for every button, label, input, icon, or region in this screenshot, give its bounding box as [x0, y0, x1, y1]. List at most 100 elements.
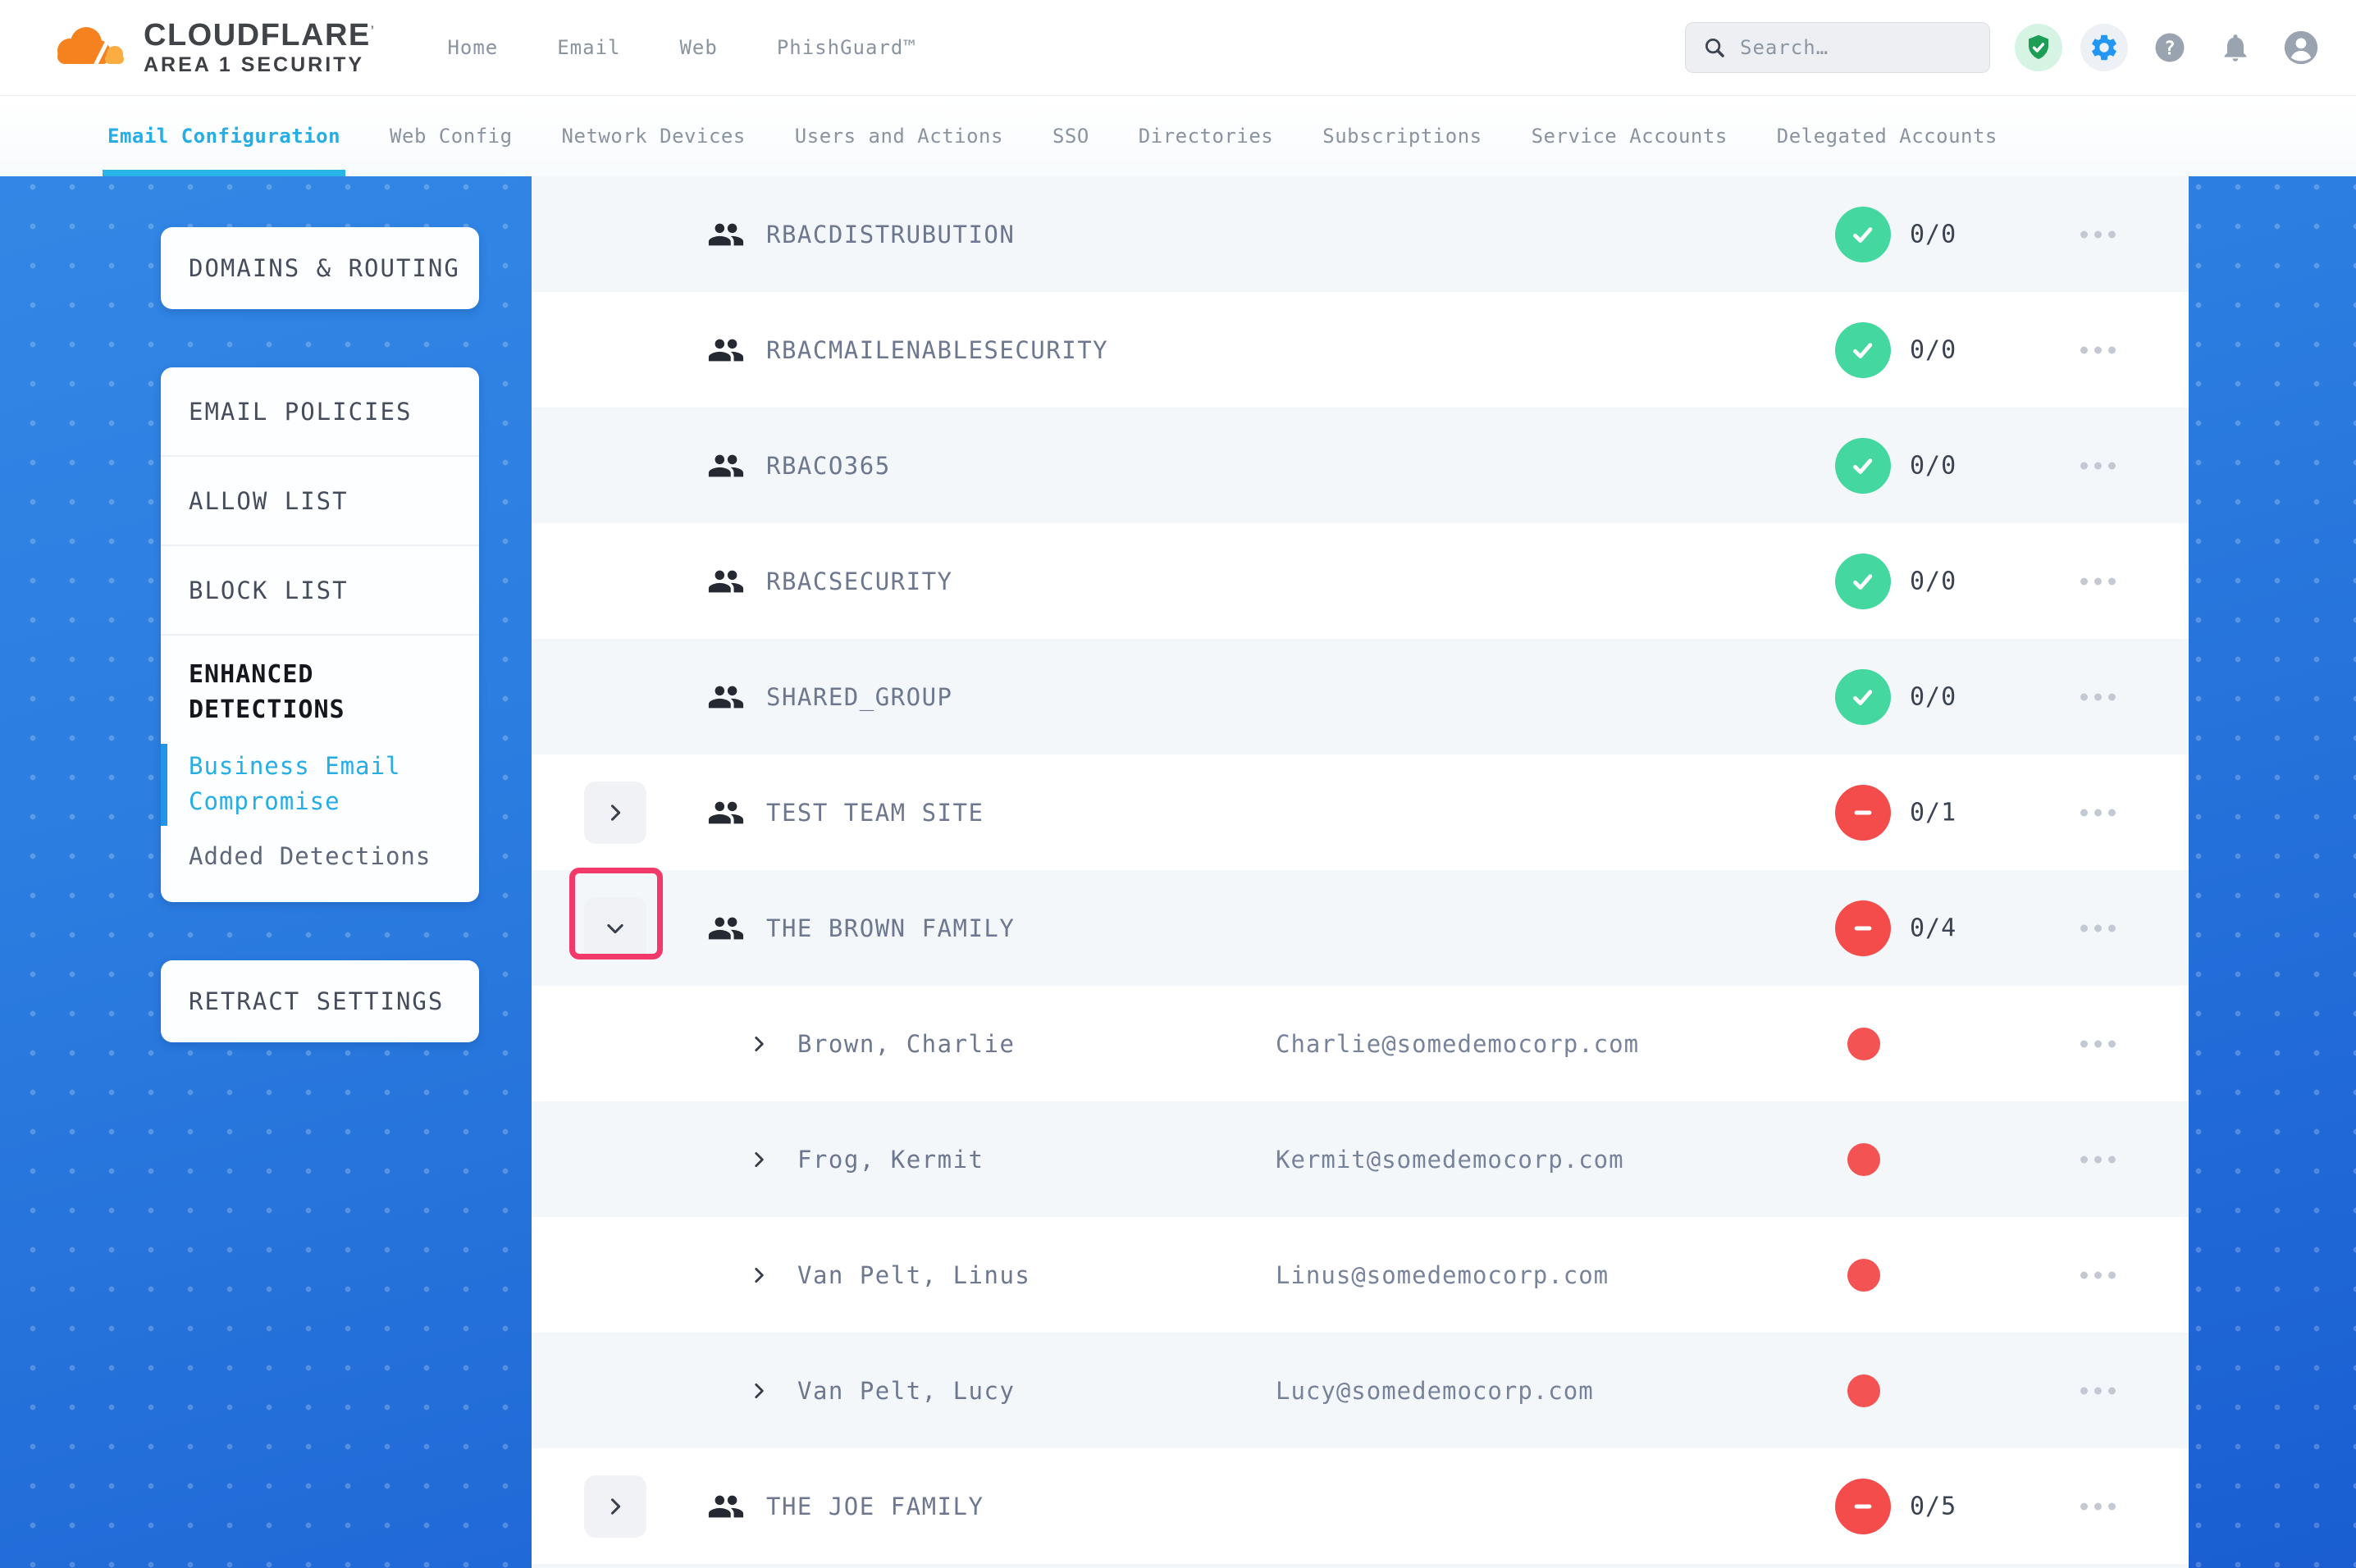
- sidebar-item-added-detections[interactable]: Added Detections: [161, 819, 479, 902]
- tab-web-config[interactable]: Web Config: [390, 96, 513, 176]
- row-menu-button[interactable]: [2077, 1147, 2119, 1171]
- group-icon: [707, 794, 745, 832]
- tab-users-and-actions[interactable]: Users and Actions: [795, 96, 1003, 176]
- top-nav-email[interactable]: Email: [557, 36, 620, 59]
- sidebar-item-block-list[interactable]: BLOCK LIST: [161, 546, 479, 634]
- group-count: 0/0: [1910, 451, 1956, 480]
- tab-subscriptions[interactable]: Subscriptions: [1322, 96, 1482, 176]
- settings-gear-icon[interactable]: [2080, 24, 2128, 71]
- group-icon: [707, 331, 745, 369]
- group-row-the-joe-family: THE JOE FAMILY 0/5: [532, 1448, 2189, 1564]
- group-row-rbacmailenablesecurity: RBACMAILENABLESECURITY 0/0: [532, 292, 2189, 408]
- tab-service-accounts[interactable]: Service Accounts: [1532, 96, 1728, 176]
- cloudflare-cloud-icon: [45, 21, 130, 74]
- member-expand-icon[interactable]: [748, 1380, 769, 1402]
- page: CLOUDFLARE’ AREA 1 SECURITY Home Email Web…: [0, 0, 2356, 1568]
- group-icon: [707, 447, 745, 485]
- row-menu-button[interactable]: [2077, 916, 2119, 940]
- status-ok-icon: [1835, 438, 1891, 494]
- sidebar-card-retract-settings: RETRACT SETTINGS: [161, 960, 479, 1042]
- row-menu-button[interactable]: [2077, 1494, 2119, 1518]
- shield-check-icon[interactable]: [2015, 24, 2062, 71]
- cloudflare-logo: CLOUDFLARE’ AREA 1 SECURITY: [45, 20, 375, 75]
- sidebar-item-email-policies[interactable]: EMAIL POLICIES: [161, 367, 479, 455]
- row-menu-button[interactable]: [2077, 1263, 2119, 1287]
- tab-delegated-accounts[interactable]: Delegated Accounts: [1777, 96, 1998, 176]
- status-blocked-icon: [1835, 1479, 1891, 1534]
- group-icon: [707, 909, 745, 947]
- status-blocked-icon: [1835, 785, 1891, 841]
- group-icon: [707, 1488, 745, 1525]
- group-name: RBACO365: [766, 452, 891, 480]
- group-row-rbacdistrubution: RBACDISTRUBUTION 0/0: [532, 176, 2189, 292]
- group-row-rbacsecurity: RBACSECURITY 0/0: [532, 523, 2189, 639]
- group-row-rbaco365: RBACO365 0/0: [532, 408, 2189, 523]
- group-name: SHARED_GROUP: [766, 683, 953, 711]
- row-menu-button[interactable]: [2077, 222, 2119, 246]
- group-name: RBACSECURITY: [766, 567, 953, 595]
- app-header: CLOUDFLARE’ AREA 1 SECURITY Home Email Web…: [0, 0, 2356, 96]
- top-nav-web[interactable]: Web: [679, 36, 717, 59]
- top-nav-home[interactable]: Home: [447, 36, 498, 59]
- member-name: Frog, Kermit: [797, 1146, 984, 1174]
- group-count: 0/5: [1910, 1492, 1956, 1520]
- group-count: 0/0: [1910, 335, 1956, 364]
- member-row-frog-kermit: Frog, Kermit Kermit@somedemocorp.com: [532, 1101, 2189, 1217]
- tab-network-devices[interactable]: Network Devices: [562, 96, 746, 176]
- status-alert-dot: [1847, 1374, 1880, 1407]
- group-name: RBACDISTRUBUTION: [766, 221, 1015, 248]
- status-alert-dot: [1847, 1028, 1880, 1060]
- sidebar-item-allow-list[interactable]: ALLOW LIST: [161, 457, 479, 545]
- search-input[interactable]: [1738, 35, 1973, 60]
- group-row-the-brown-family: THE BROWN FAMILY0/4: [532, 870, 2189, 986]
- row-menu-button[interactable]: [2077, 454, 2119, 477]
- header-icons: ?: [2015, 24, 2325, 71]
- row-menu-button[interactable]: [2077, 338, 2119, 362]
- sidebar-card-domains-routing: DOMAINS & ROUTING: [161, 227, 479, 309]
- sidebar-card-email-policies: EMAIL POLICIESALLOW LISTBLOCK LISTENHANC…: [161, 367, 479, 902]
- expand-button-the-joe-family[interactable]: [584, 1475, 646, 1538]
- member-email: Kermit@somedemocorp.com: [1276, 1146, 1624, 1174]
- brand-subtitle: AREA 1 SECURITY: [144, 55, 375, 76]
- member-email: Linus@somedemocorp.com: [1276, 1261, 1609, 1289]
- row-menu-button[interactable]: [2077, 685, 2119, 709]
- collapse-button-the-brown-family[interactable]: [584, 897, 646, 959]
- member-expand-icon[interactable]: [748, 1265, 769, 1286]
- search-icon: [1702, 35, 1727, 60]
- group-name: RBACMAILENABLESECURITY: [766, 336, 1108, 364]
- member-expand-icon[interactable]: [748, 1149, 769, 1170]
- group-count: 0/4: [1910, 914, 1956, 942]
- group-name: THE JOE FAMILY: [766, 1493, 984, 1520]
- sidebar-item-business-email-compromise[interactable]: Business Email Compromise: [161, 727, 479, 819]
- brand-title: CLOUDFLARE’: [144, 20, 375, 52]
- row-menu-button[interactable]: [2077, 800, 2119, 824]
- svg-text:?: ?: [2164, 38, 2176, 59]
- tab-sso[interactable]: SSO: [1052, 96, 1089, 176]
- help-icon[interactable]: ?: [2146, 24, 2194, 71]
- member-name: Brown, Charlie: [797, 1030, 1015, 1058]
- group-count: 0/0: [1910, 220, 1956, 248]
- groups-table: RBACDISTRUBUTION0/0RBACMAILENABLESECURIT…: [532, 176, 2189, 1568]
- group-name: TEST TEAM SITE: [766, 799, 984, 827]
- expand-button-test-team-site[interactable]: [584, 782, 646, 844]
- row-menu-button[interactable]: [2077, 1379, 2119, 1402]
- logo-text: CLOUDFLARE’ AREA 1 SECURITY: [144, 20, 375, 75]
- row-menu-button[interactable]: [2077, 1032, 2119, 1055]
- notifications-bell-icon[interactable]: [2212, 24, 2259, 71]
- status-ok-icon: [1835, 207, 1891, 262]
- member-expand-icon[interactable]: [748, 1033, 769, 1055]
- tab-directories[interactable]: Directories: [1139, 96, 1273, 176]
- member-name: Van Pelt, Lucy: [797, 1377, 1015, 1405]
- status-alert-dot: [1847, 1143, 1880, 1176]
- user-avatar-icon[interactable]: [2277, 24, 2325, 71]
- top-nav-phishguard[interactable]: PhishGuard™: [777, 36, 916, 59]
- group-icon: [707, 563, 745, 600]
- tab-email-configuration[interactable]: Email Configuration: [107, 96, 340, 176]
- group-count: 0/1: [1910, 798, 1956, 827]
- sidebar-item-domains-routing[interactable]: DOMAINS & ROUTING: [161, 227, 479, 309]
- search-box[interactable]: [1685, 22, 1990, 73]
- row-menu-button[interactable]: [2077, 569, 2119, 593]
- member-email: Charlie@somedemocorp.com: [1276, 1030, 1639, 1058]
- sidebar-item-retract-settings[interactable]: RETRACT SETTINGS: [161, 960, 479, 1042]
- group-count: 0/0: [1910, 567, 1956, 595]
